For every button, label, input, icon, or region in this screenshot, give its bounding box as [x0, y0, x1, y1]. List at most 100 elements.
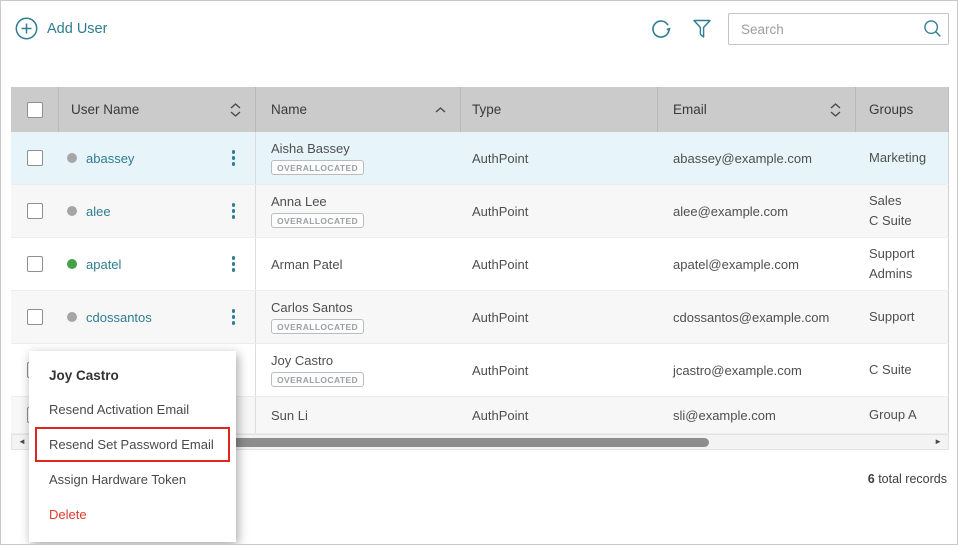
- column-header-label: Name: [271, 102, 307, 117]
- groups-cell: Marketing: [856, 132, 949, 184]
- email-cell: sli@example.com: [658, 397, 856, 433]
- row-checkbox[interactable]: [27, 150, 43, 166]
- groups-cell: Support: [856, 291, 949, 343]
- table-row: apatelArman PatelAuthPointapatel@example…: [11, 238, 949, 291]
- plus-circle-icon: [15, 17, 38, 40]
- user-fullname: Joy Castro: [271, 353, 333, 368]
- username-link[interactable]: alee: [86, 204, 111, 219]
- user-fullname: Anna Lee: [271, 194, 327, 209]
- groups-cell: C Suite: [856, 344, 949, 396]
- table-row: cdossantos Carlos Santos OVERALLOCATED Auth…: [11, 291, 949, 344]
- user-fullname: Sun Li: [271, 408, 308, 423]
- row-checkbox-cell: [11, 238, 59, 290]
- username-cell: abassey: [59, 132, 256, 184]
- column-header-label: Email: [673, 102, 707, 117]
- row-checkbox[interactable]: [27, 203, 43, 219]
- column-header-user-name[interactable]: User Name: [59, 87, 256, 132]
- name-cell: Carlos Santos OVERALLOCATED: [256, 291, 461, 343]
- email-cell: jcastro@example.com: [658, 344, 856, 396]
- status-dot: [67, 312, 77, 322]
- user-fullname: Arman Patel: [271, 257, 343, 272]
- username-link[interactable]: apatel: [86, 257, 121, 272]
- overallocated-badge: OVERALLOCATED: [271, 319, 364, 334]
- overallocated-badge: OVERALLOCATED: [271, 372, 364, 387]
- status-dot: [67, 206, 77, 216]
- filter-funnel-icon: [690, 17, 714, 41]
- kebab-dot: [232, 315, 236, 319]
- username-link[interactable]: cdossantos: [86, 310, 152, 325]
- kebab-dot: [232, 209, 236, 213]
- name-cell: Arman Patel: [256, 238, 461, 290]
- group-name: Group A: [869, 406, 917, 424]
- context-menu-item-delete[interactable]: Delete: [29, 497, 236, 532]
- group-name: Support: [869, 308, 915, 326]
- refresh-button[interactable]: [649, 17, 673, 41]
- search-icon[interactable]: [922, 18, 944, 40]
- username-cell: alee: [59, 185, 256, 237]
- row-checkbox-cell: [11, 185, 59, 237]
- column-header-name[interactable]: Name: [256, 87, 461, 132]
- kebab-menu-icon[interactable]: [229, 253, 239, 275]
- total-records-label: total records: [875, 472, 947, 486]
- kebab-menu-icon[interactable]: [229, 306, 239, 328]
- toolbar: Add User: [1, 1, 957, 57]
- table-row: aleeAnna LeeOVERALLOCATEDAuthPointalee@e…: [11, 185, 949, 238]
- header-checkbox-cell: [11, 87, 59, 132]
- chevron-down-icon: [230, 111, 241, 117]
- group-name: C Suite: [869, 361, 912, 379]
- context-menu-item-resend-set-password-email[interactable]: Resend Set Password Email: [35, 427, 230, 462]
- overallocated-badge: OVERALLOCATED: [271, 213, 364, 228]
- group-name: Marketing: [869, 149, 926, 167]
- table-header: User Name Name Type Email Groups: [11, 87, 949, 132]
- sort-control[interactable]: [435, 107, 446, 113]
- context-menu-item-assign-hardware-token[interactable]: Assign Hardware Token: [29, 462, 236, 497]
- username-cell: apatel: [59, 238, 256, 290]
- search-box: [728, 13, 949, 45]
- scroll-left-arrow-icon[interactable]: ◄: [18, 435, 26, 449]
- context-menu-item-resend-activation-email[interactable]: Resend Activation Email: [29, 392, 236, 427]
- name-cell: Joy Castro OVERALLOCATED: [256, 344, 461, 396]
- username-cell: cdossantos: [59, 291, 256, 343]
- total-records: 6 total records: [868, 472, 947, 486]
- type-cell: AuthPoint: [461, 132, 658, 184]
- total-records-count: 6: [868, 472, 875, 486]
- kebab-dot: [232, 203, 236, 207]
- user-fullname: Carlos Santos: [271, 300, 353, 315]
- filter-button[interactable]: [690, 17, 714, 41]
- group-name: Admins: [869, 265, 912, 283]
- group-name: Support: [869, 245, 915, 263]
- scroll-right-arrow-icon[interactable]: ►: [934, 435, 942, 449]
- name-cell: Aisha Bassey OVERALLOCATED: [256, 132, 461, 184]
- type-cell: AuthPoint: [461, 185, 658, 237]
- overallocated-badge: OVERALLOCATED: [271, 160, 364, 175]
- kebab-dot: [232, 309, 236, 313]
- kebab-menu-icon[interactable]: [229, 200, 239, 222]
- kebab-dot: [232, 321, 236, 325]
- column-header-email[interactable]: Email: [658, 87, 856, 132]
- sort-control[interactable]: [830, 103, 841, 117]
- row-checkbox[interactable]: [27, 309, 43, 325]
- row-checkbox[interactable]: [27, 256, 43, 272]
- name-cell: Sun Li: [256, 397, 461, 433]
- table-row: abassey Aisha Bassey OVERALLOCATED AuthPoin…: [11, 132, 949, 185]
- chevron-down-icon: [830, 111, 841, 117]
- add-user-button[interactable]: Add User: [15, 17, 107, 40]
- search-input[interactable]: [729, 22, 922, 37]
- column-header-groups[interactable]: Groups: [856, 87, 949, 132]
- column-header-label: Type: [472, 102, 501, 117]
- row-checkbox-cell: [11, 291, 59, 343]
- user-management-page: Add User User NameNa: [0, 0, 958, 545]
- row-checkbox-cell: [11, 132, 59, 184]
- chevron-up-icon: [435, 107, 446, 113]
- sort-control[interactable]: [230, 103, 241, 117]
- column-header-type[interactable]: Type: [461, 87, 658, 132]
- refresh-icon: [649, 17, 673, 41]
- kebab-dot: [232, 268, 236, 272]
- user-fullname: Aisha Bassey: [271, 141, 350, 156]
- kebab-menu-icon[interactable]: [229, 147, 239, 169]
- scrollbar-thumb[interactable]: [227, 438, 709, 447]
- row-context-menu: Joy Castro Resend Activation EmailResend…: [29, 351, 236, 542]
- username-link[interactable]: abassey: [86, 151, 134, 166]
- select-all-checkbox[interactable]: [27, 102, 43, 118]
- type-cell: AuthPoint: [461, 291, 658, 343]
